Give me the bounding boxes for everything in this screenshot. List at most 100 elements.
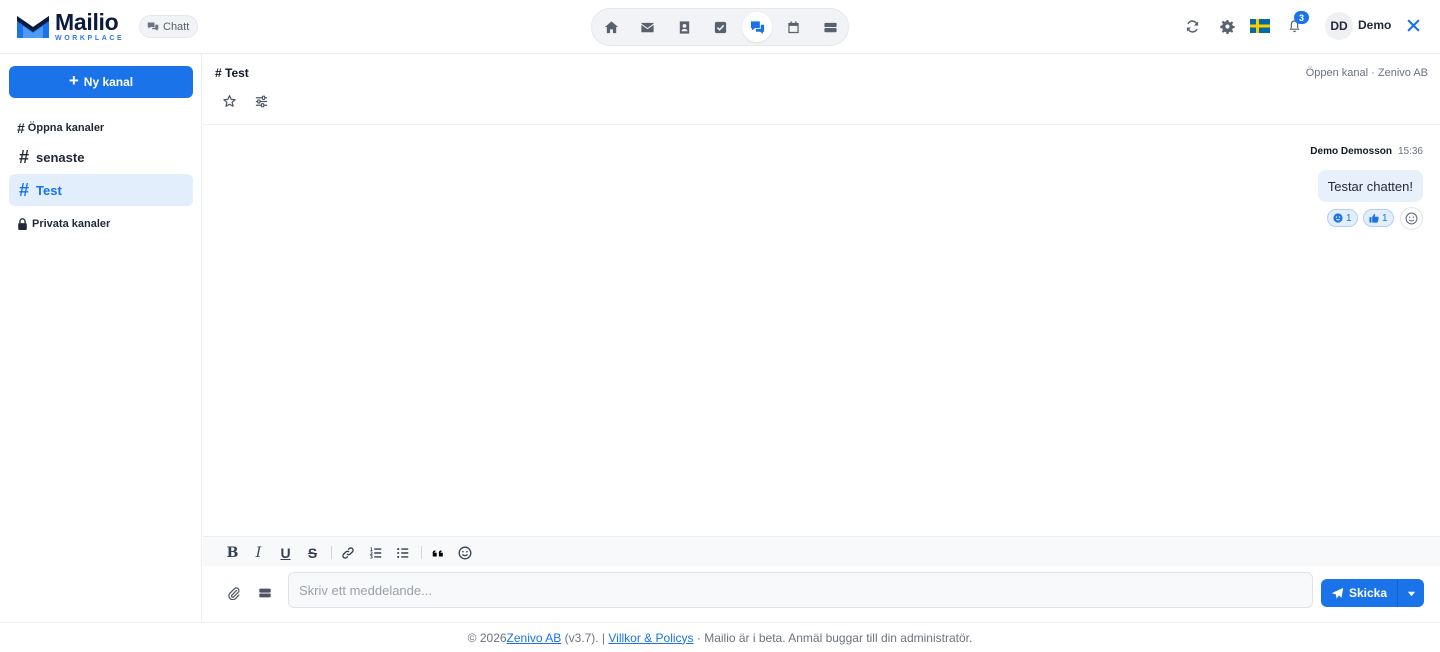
channel-settings-button[interactable] <box>254 94 270 110</box>
attach-button[interactable] <box>227 586 242 601</box>
link-button[interactable] <box>340 545 355 560</box>
app-root: Mailio WORKPLACE Chatt 3 DD Demo + Ny ka… <box>0 0 1440 652</box>
home-icon <box>604 20 618 33</box>
reaction-thumbs-up[interactable]: 1 <box>1363 209 1394 227</box>
reaction-count: 1 <box>1346 212 1352 224</box>
channel-header: # Test Öppen kanal · Zenivo AB <box>203 54 1440 125</box>
lock-icon <box>18 218 27 230</box>
page-footer: © 2026 Zenivo AB (v3.7). | Villkor & Pol… <box>0 622 1440 652</box>
hash-icon: # <box>17 120 25 136</box>
chat-bubbles-icon <box>750 20 764 34</box>
channel-item-senaste[interactable]: # senaste <box>9 141 193 173</box>
quote-button[interactable] <box>430 545 445 560</box>
private-channels-heading: Privata kanaler <box>17 218 110 230</box>
nav-contacts[interactable] <box>669 12 699 42</box>
strikethrough-icon: S <box>307 544 318 561</box>
bold-button[interactable]: B <box>225 544 240 561</box>
favorite-channel-button[interactable] <box>222 94 238 110</box>
send-label: Skicka <box>1348 586 1388 600</box>
bullet-list-button[interactable] <box>395 545 410 560</box>
user-avatar[interactable]: DD <box>1325 12 1353 40</box>
nav-tasks[interactable] <box>705 12 735 42</box>
hash-icon: # <box>19 179 30 200</box>
emoji-icon <box>1405 212 1418 225</box>
reaction-count: 1 <box>1382 212 1388 224</box>
toolbar-divider <box>331 546 332 559</box>
company-link[interactable]: Zenivo AB <box>507 631 562 645</box>
current-app-badge: Chatt <box>139 15 199 38</box>
caret-down-icon <box>1407 591 1415 596</box>
language-button[interactable] <box>1250 17 1270 35</box>
nav-home[interactable] <box>596 12 626 42</box>
plus-icon: + <box>68 71 79 90</box>
message-author: Demo Demosson 15:36 <box>1310 146 1423 157</box>
settings-button[interactable] <box>1218 17 1236 35</box>
new-channel-label: Ny kanal <box>83 75 134 89</box>
close-button[interactable] <box>1405 17 1422 34</box>
star-icon <box>223 95 236 107</box>
storage-attach-button[interactable] <box>258 586 273 601</box>
terms-link[interactable]: Villkor & Policys <box>608 631 693 645</box>
new-channel-button[interactable]: + Ny kanal <box>9 66 193 98</box>
paperclip-icon <box>228 587 240 601</box>
italic-icon: I <box>255 544 262 561</box>
channel-title: # Test <box>215 66 249 80</box>
message-input[interactable] <box>288 572 1313 608</box>
brand-tagline: WORKPLACE <box>55 34 125 42</box>
nav-chat[interactable] <box>742 12 772 42</box>
nav-storage[interactable] <box>815 12 845 42</box>
reaction-smiley[interactable]: 1 <box>1327 209 1358 227</box>
ordered-list-button[interactable]: 123 <box>368 545 383 560</box>
thumbs-up-icon <box>1369 213 1379 223</box>
notification-count-badge: 3 <box>1294 11 1309 24</box>
channel-name: Test <box>36 182 62 198</box>
link-icon <box>341 546 354 559</box>
app-nav <box>591 8 849 46</box>
message-composer: Skicka <box>203 566 1440 622</box>
app-badge-label: Chatt <box>163 20 190 33</box>
underline-icon: U <box>280 544 291 561</box>
paper-plane-icon <box>1331 587 1344 599</box>
hash-icon: # <box>19 146 30 167</box>
chat-bubbles-icon <box>147 22 159 31</box>
footer-copyright: © 2026 <box>467 630 507 645</box>
storage-icon <box>823 22 837 32</box>
message-bubble[interactable]: Testar chatten! <box>1317 170 1423 202</box>
refresh-icon <box>1186 19 1198 33</box>
top-bar: Mailio WORKPLACE Chatt 3 DD Demo <box>0 0 1440 54</box>
nav-mail[interactable] <box>632 12 662 42</box>
emoji-button[interactable] <box>457 545 472 560</box>
bold-icon: B <box>226 544 239 561</box>
ordered-list-icon: 123 <box>369 546 381 560</box>
nav-calendar[interactable] <box>778 12 808 42</box>
formatting-toolbar: B I U S 123 <box>203 536 1440 566</box>
send-button[interactable]: Skicka <box>1321 579 1397 607</box>
strikethrough-button[interactable]: S <box>305 544 320 561</box>
quote-icon <box>432 549 443 556</box>
close-icon <box>1407 19 1420 32</box>
gear-icon <box>1219 19 1235 34</box>
smiley-icon <box>1333 213 1343 223</box>
channel-item-test[interactable]: # Test <box>9 174 193 206</box>
italic-button[interactable]: I <box>251 544 266 561</box>
send-options-button[interactable] <box>1397 579 1424 607</box>
message-time: 15:36 <box>1397 146 1423 157</box>
footer-notice: · Mailio är i beta. Anmäl buggar till di… <box>693 630 973 645</box>
brand-logo[interactable]: Mailio WORKPLACE <box>15 10 125 42</box>
toolbar-divider <box>421 546 422 559</box>
contacts-icon <box>679 20 689 34</box>
sliders-icon <box>255 95 268 108</box>
storage-icon <box>259 588 271 598</box>
underline-button[interactable]: U <box>278 544 293 561</box>
refresh-button[interactable] <box>1183 17 1201 35</box>
emoji-icon <box>458 546 471 559</box>
add-reaction-button[interactable] <box>1400 207 1423 230</box>
user-name[interactable]: Demo <box>1358 18 1391 32</box>
checkbox-icon <box>714 21 726 33</box>
channel-sidebar: + Ny kanal # Öppna kanaler # senaste # T… <box>0 54 202 622</box>
open-channels-heading: # Öppna kanaler <box>17 120 105 136</box>
svg-text:3: 3 <box>369 554 372 559</box>
footer-version: (v3.7). | <box>561 630 609 645</box>
bullet-list-icon <box>396 547 408 558</box>
channel-meta: Öppen kanal · Zenivo AB <box>1305 67 1428 79</box>
